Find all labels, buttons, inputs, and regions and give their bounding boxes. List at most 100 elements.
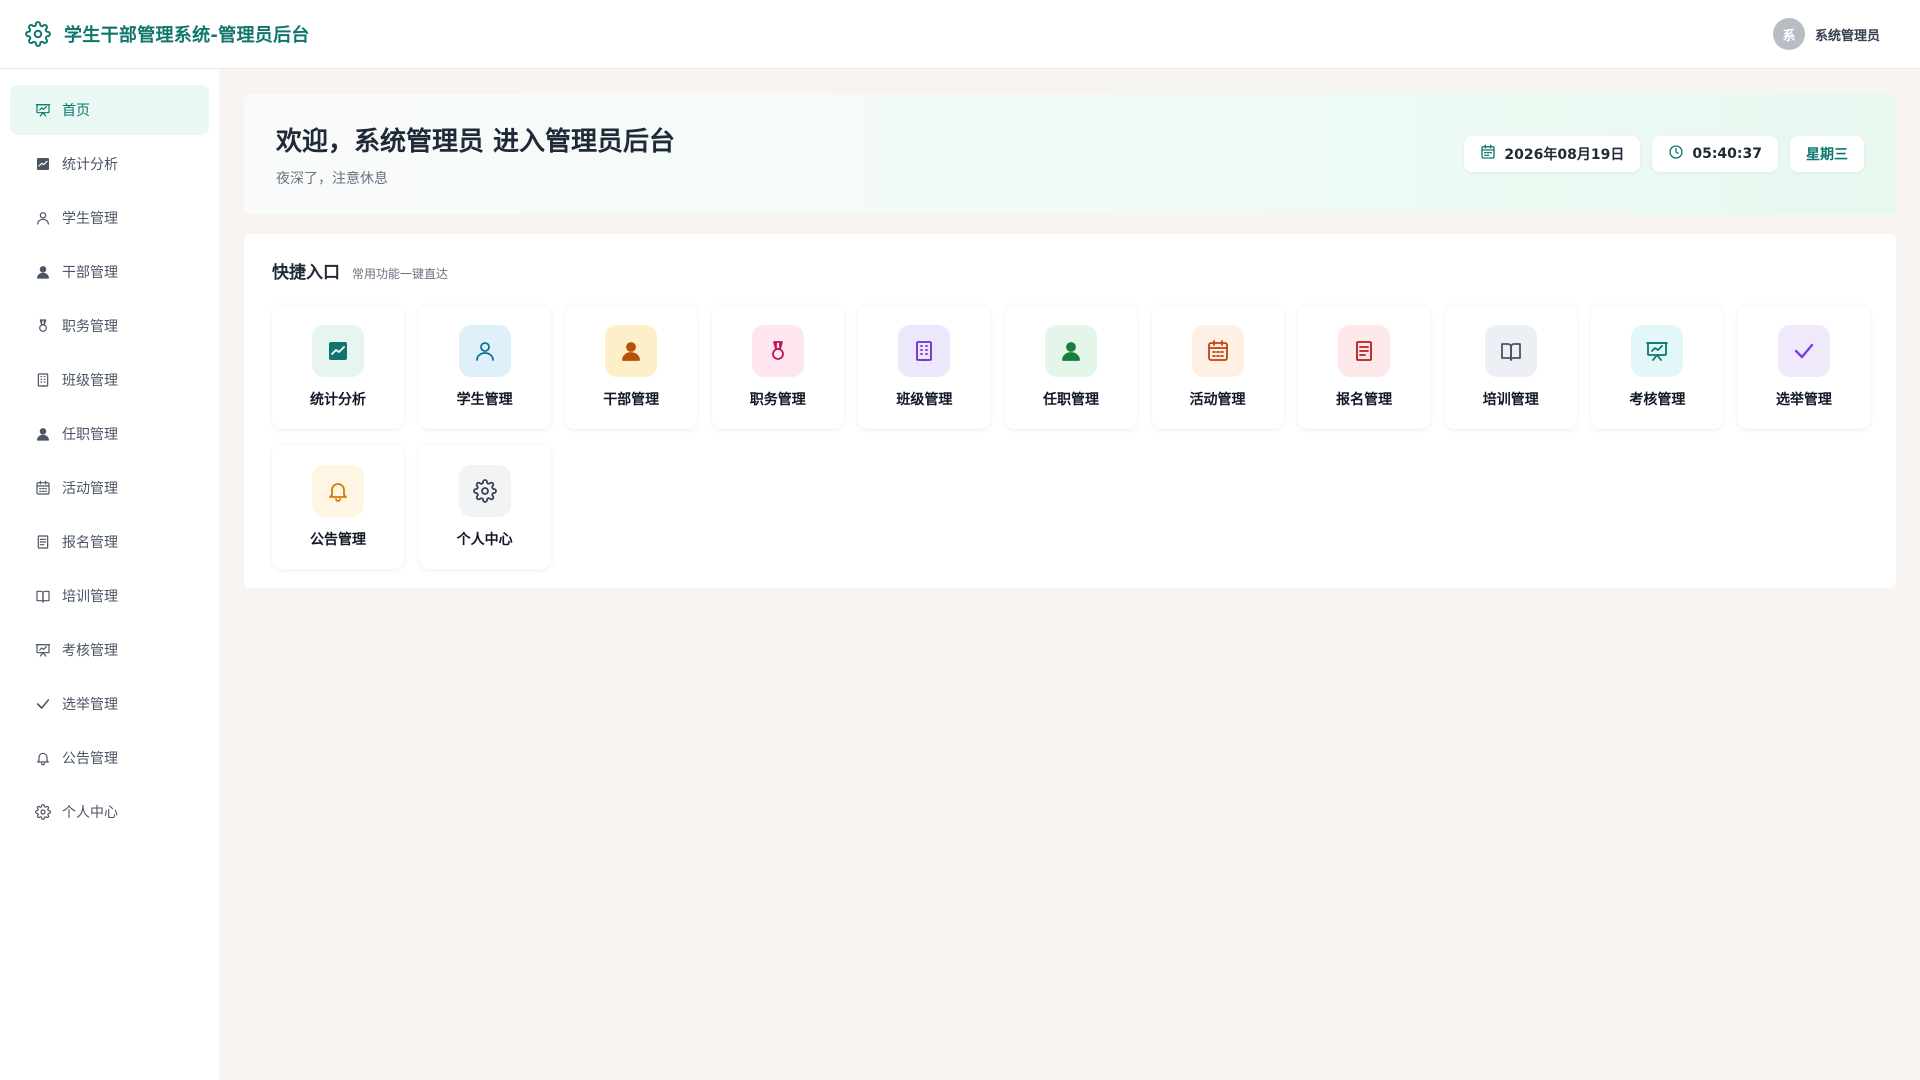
welcome-title: 欢迎，系统管理员 进入管理员后台 [276, 126, 676, 157]
medal-icon [34, 317, 52, 335]
quick-access-header: 快捷入口 常用功能一键直达 [272, 258, 1868, 283]
building-icon [898, 325, 951, 377]
quick-access-tile[interactable]: 考核管理 [1591, 305, 1724, 429]
quick-access-grid: 统计分析 学生管理 干部管理 职务管理 班级管理 任职管理 活动管理 报名管理 培训管理 考核管理… [272, 305, 1870, 569]
gear-icon [458, 465, 511, 517]
quick-access-tile-label: 公告管理 [310, 532, 366, 548]
sidebar-item[interactable]: 选举管理 [10, 679, 209, 729]
quick-access-tile[interactable]: 班级管理 [858, 305, 991, 429]
sidebar-item-label: 班级管理 [62, 373, 118, 389]
quick-access-tile[interactable]: 任职管理 [1004, 305, 1137, 429]
sidebar-item[interactable]: 报名管理 [10, 517, 209, 567]
quick-access-tile-label: 活动管理 [1189, 392, 1246, 408]
book-icon [1484, 325, 1537, 377]
document-icon [1338, 325, 1391, 377]
sidebar-item-label: 报名管理 [62, 535, 118, 551]
calendar-icon [1191, 325, 1244, 377]
sidebar-item-label: 活动管理 [62, 481, 118, 497]
quick-access-tile-label: 考核管理 [1629, 392, 1686, 408]
chart-icon [312, 325, 364, 377]
calendar-icon [34, 479, 52, 497]
avatar[interactable]: 系 [1772, 18, 1805, 50]
sidebar-item[interactable]: 学生管理 [10, 193, 209, 243]
sidebar-item[interactable]: 统计分析 [10, 139, 209, 189]
document-icon [34, 533, 52, 551]
quick-access-panel: 快捷入口 常用功能一键直达 统计分析 学生管理 干部管理 职务管理 班级管理 任职管理 活动… [244, 234, 1896, 588]
quick-access-tile-label: 任职管理 [1042, 392, 1099, 408]
check-icon [34, 695, 52, 713]
quick-access-tile-label: 干部管理 [603, 392, 660, 408]
quick-access-tile[interactable]: 公告管理 [272, 445, 404, 569]
sidebar-item[interactable]: 干部管理 [10, 247, 209, 297]
user-solid-icon [34, 425, 52, 443]
sidebar-item[interactable]: 培训管理 [10, 571, 209, 621]
user-name[interactable]: 系统管理员 [1815, 25, 1880, 44]
sidebar-item-label: 干部管理 [62, 265, 118, 281]
quick-access-tile[interactable]: 培训管理 [1444, 305, 1577, 429]
clock-icon [1668, 144, 1684, 164]
app-title: 学生干部管理系统-管理员后台 [64, 25, 310, 46]
user-icon [458, 325, 511, 377]
gear-icon [24, 20, 52, 48]
presentation-icon [1631, 325, 1684, 377]
quick-access-tile-label: 个人中心 [456, 532, 513, 548]
sidebar-item-label: 考核管理 [62, 643, 118, 659]
welcome-text: 欢迎，系统管理员 进入管理员后台 夜深了，注意休息 [276, 121, 675, 188]
date-chip: 2026年08月19日 [1464, 136, 1641, 172]
sidebar-item[interactable]: 班级管理 [10, 355, 209, 405]
welcome-subtitle: 夜深了，注意休息 [276, 170, 388, 187]
quick-access-subtitle: 常用功能一键直达 [352, 267, 449, 281]
quick-access-tile[interactable]: 活动管理 [1151, 305, 1284, 429]
sidebar-item[interactable]: 考核管理 [10, 625, 209, 675]
gear-icon [34, 803, 52, 821]
sidebar-item-label: 学生管理 [62, 211, 118, 227]
time-chip: 05:40:37 [1652, 136, 1778, 172]
welcome-banner: 欢迎，系统管理员 进入管理员后台 夜深了，注意休息 2026年08月19日 05… [244, 94, 1896, 214]
quick-access-tile-label: 学生管理 [456, 392, 513, 408]
bell-icon [312, 465, 364, 517]
quick-access-tile[interactable]: 干部管理 [565, 305, 698, 429]
book-icon [34, 587, 52, 605]
quick-access-tile[interactable]: 报名管理 [1298, 305, 1431, 429]
quick-access-tile[interactable]: 职务管理 [711, 305, 844, 429]
quick-access-tile-label: 班级管理 [896, 392, 953, 408]
sidebar-item[interactable]: 首页 [10, 85, 209, 135]
sidebar-item-label: 任职管理 [62, 427, 118, 443]
quick-access-tile[interactable]: 学生管理 [418, 305, 551, 429]
user-solid-icon [1044, 325, 1097, 377]
quick-access-tile-label: 统计分析 [310, 392, 366, 408]
quick-access-title: 快捷入口 [272, 263, 340, 283]
chart-icon [34, 155, 52, 173]
presentation-icon [34, 641, 52, 659]
brand[interactable]: 学生干部管理系统-管理员后台 [24, 20, 310, 48]
user-icon [34, 209, 52, 227]
sidebar-item[interactable]: 任职管理 [10, 409, 209, 459]
quick-access-tile-label: 报名管理 [1336, 392, 1393, 408]
sidebar-item[interactable]: 个人中心 [10, 787, 209, 837]
quick-access-tile-label: 职务管理 [749, 392, 806, 408]
sidebar-item-label: 统计分析 [62, 157, 118, 173]
medal-icon [751, 325, 804, 377]
date-text: 2026年08月19日 [1504, 147, 1625, 163]
weekday-text: 星期三 [1806, 147, 1848, 163]
sidebar-item-label: 职务管理 [62, 319, 118, 335]
quick-access-tile[interactable]: 统计分析 [272, 305, 404, 429]
user-solid-icon [605, 325, 658, 377]
sidebar-item[interactable]: 公告管理 [10, 733, 209, 783]
sidebar-item-label: 个人中心 [62, 805, 118, 821]
time-text: 05:40:37 [1692, 146, 1762, 162]
quick-access-tile[interactable]: 选举管理 [1737, 305, 1870, 429]
calendar-icon [1480, 144, 1496, 164]
sidebar-item-label: 首页 [62, 103, 90, 119]
sidebar-item[interactable]: 活动管理 [10, 463, 209, 513]
quick-access-tile[interactable]: 个人中心 [418, 445, 551, 569]
check-icon [1777, 325, 1830, 377]
presentation-icon [34, 101, 52, 119]
building-icon [34, 371, 52, 389]
user-menu[interactable]: 系 系统管理员 [1772, 18, 1880, 50]
bell-icon [34, 749, 52, 767]
weekday-chip: 星期三 [1790, 136, 1864, 172]
top-header: 学生干部管理系统-管理员后台 系 系统管理员 [0, 0, 1920, 69]
sidebar-item[interactable]: 职务管理 [10, 301, 209, 351]
user-solid-icon [34, 263, 52, 281]
